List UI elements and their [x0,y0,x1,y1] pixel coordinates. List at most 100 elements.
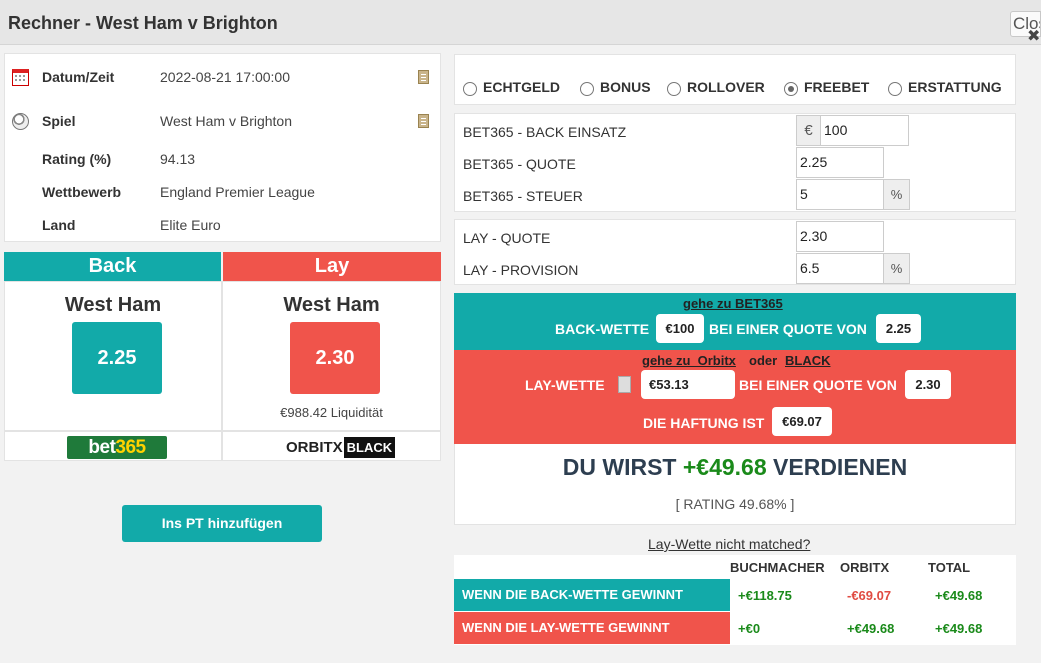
back-bet-label: BACK-WETTE [555,321,650,337]
liability-label: DIE HAFTUNG IST [643,415,765,431]
radio-label[interactable]: FREEBET [804,79,869,95]
copy-icon[interactable] [418,114,429,128]
football-icon [12,113,29,130]
field-lay-odds: LAY - QUOTE 2.30 [455,221,1015,253]
goto-bet365-link[interactable]: gehe zu BET365 [683,296,783,311]
info-value: West Ham v Brighton [160,113,293,129]
add-to-pt-button[interactable]: Ins PT hinzufügen [122,505,322,542]
orbitx-cell: -€69.07 [847,588,892,603]
radio-dot[interactable] [463,82,477,96]
total-cell: +€49.68 [935,588,983,603]
lay-odds-value: 2.30 [905,370,951,399]
info-row-competition: Wettbewerb England Premier League [5,184,440,204]
info-label: Wettbewerb [42,184,122,200]
column-header: TOTAL [928,560,971,575]
back-fields-panel: BET365 - BACK EINSATZ € 100 BET365 - QUO… [454,113,1016,212]
radio-label[interactable]: BONUS [600,79,651,95]
info-row-rating: Rating (%) 94.13 [5,151,440,171]
profit-result-panel: DU WIRST +€49.68 VERDIENEN [ RATING 49.6… [454,444,1016,525]
total-cell: +€49.68 [935,621,983,636]
info-value: 94.13 [160,151,196,167]
bet-type-selector: ECHTGELD BONUS ROLLOVER FREEBET ERSTATTU… [454,54,1016,105]
copy-icon[interactable] [418,70,429,84]
bookmaker-cell: +€118.75 [738,588,792,603]
orbitx-cell: +€49.68 [847,621,895,636]
info-value: Elite Euro [160,217,221,233]
exchange-logo-cell[interactable]: ORBITX BLACK [222,431,441,461]
info-label: Spiel [42,113,76,129]
percent-suffix: % [883,179,910,210]
row-label: WENN DIE LAY-WETTE GEWINNT [454,612,730,644]
euro-prefix: € [796,115,821,146]
black-logo-text: BLACK [343,437,396,458]
profit-prefix: DU WIRST [562,454,677,480]
lay-header: Lay [223,252,441,281]
row-label: WENN DIE BACK-WETTE GEWINNT [454,579,730,611]
profit-headline: DU WIRST +€49.68 VERDIENEN [455,454,1015,481]
back-tax-input[interactable]: 5 [796,179,884,210]
bookmaker-logo-cell[interactable]: bet365 [4,431,222,461]
column-header: BUCHMACHER [730,560,825,575]
goto-black-link[interactable]: BLACK [785,353,831,368]
radio-dot[interactable] [888,82,902,96]
radio-label[interactable]: ERSTATTUNG [908,79,1002,95]
title-bar: Rechner - West Ham v Brighton Close ✖ [0,0,1041,45]
goto-orbitx-link[interactable]: gehe zu Orbitx [642,353,736,368]
bet365-logo-text-a: bet [88,437,116,458]
info-value: England Premier League [160,184,315,200]
radio-label[interactable]: ROLLOVER [687,79,765,95]
info-label: Datum/Zeit [42,69,115,85]
field-back-stake: BET365 - BACK EINSATZ € 100 [455,115,1015,147]
copy-icon[interactable] [618,376,631,393]
window-title: Rechner - West Ham v Brighton [8,13,278,33]
radio-dot-selected[interactable] [784,82,798,96]
radio-dot[interactable] [580,82,594,96]
event-info-panel: Datum/Zeit 2022-08-21 17:00:00 Spiel Wes… [4,53,441,242]
lay-team: West Ham [283,294,380,316]
info-label: Land [42,217,76,233]
orbitx-logo[interactable]: ORBITX BLACK [286,436,396,459]
close-icon[interactable]: ✖ [1027,26,1040,46]
lay-bet-label: LAY-WETTE [525,377,605,393]
profit-suffix: VERDIENEN [773,454,908,480]
field-label: BET365 - STEUER [463,188,583,204]
back-header: Back [4,252,221,281]
back-odds-button[interactable]: 2.25 [72,322,162,394]
radio-label[interactable]: ECHTGELD [483,79,560,95]
lay-liquidity: €988.42 Liquidität [280,405,383,420]
info-row-country: Land Elite Euro [5,217,440,237]
lay-odds-button[interactable]: 2.30 [290,322,380,394]
field-label: BET365 - BACK EINSATZ [463,124,627,140]
at-odds-label: BEI EINER QUOTE VON [709,321,867,337]
back-stake-input[interactable]: 100 [820,115,909,146]
profit-amount: +€49.68 [682,454,767,480]
back-team: West Ham [64,294,162,316]
at-odds-label: BEI EINER QUOTE VON [739,377,897,393]
lay-fields-panel: LAY - QUOTE 2.30 LAY - PROVISION 6.5 % [454,219,1016,285]
lay-odds-input[interactable]: 2.30 [796,221,884,252]
or-text: oder [749,353,778,368]
summary-table: BUCHMACHER ORBITX TOTAL WENN DIE BACK-WE… [454,555,1016,645]
orbitx-logo-text: ORBITX [286,439,343,456]
field-back-tax: BET365 - STEUER 5 % [455,179,1015,211]
lay-stake-value[interactable]: €53.13 [641,370,735,399]
back-instruction-panel: gehe zu BET365 BACK-WETTE €100 BEI EINER… [454,293,1016,350]
lay-not-matched-link[interactable]: Lay-Wette nicht matched? [648,536,810,552]
field-label: LAY - PROVISION [463,262,579,278]
back-odds-input[interactable]: 2.25 [796,147,884,178]
bet365-logo-text-b: 365 [115,437,146,458]
lay-commission-input[interactable]: 6.5 [796,253,884,284]
info-row-datetime: Datum/Zeit 2022-08-21 17:00:00 [5,69,440,89]
field-back-odds: BET365 - QUOTE 2.25 [455,147,1015,179]
table-row: WENN DIE LAY-WETTE GEWINNT +€0 +€49.68 +… [454,612,1016,644]
percent-suffix: % [883,253,910,284]
radio-dot[interactable] [667,82,681,96]
info-label: Rating (%) [42,151,112,167]
column-header: ORBITX [840,560,890,575]
bet365-logo[interactable]: bet365 [67,436,167,459]
back-card: West Ham 2.25 [4,281,222,431]
info-row-match: Spiel West Ham v Brighton [5,113,440,133]
back-stake-value: €100 [656,314,704,343]
info-value: 2022-08-21 17:00:00 [160,69,290,85]
field-label: BET365 - QUOTE [463,156,576,172]
